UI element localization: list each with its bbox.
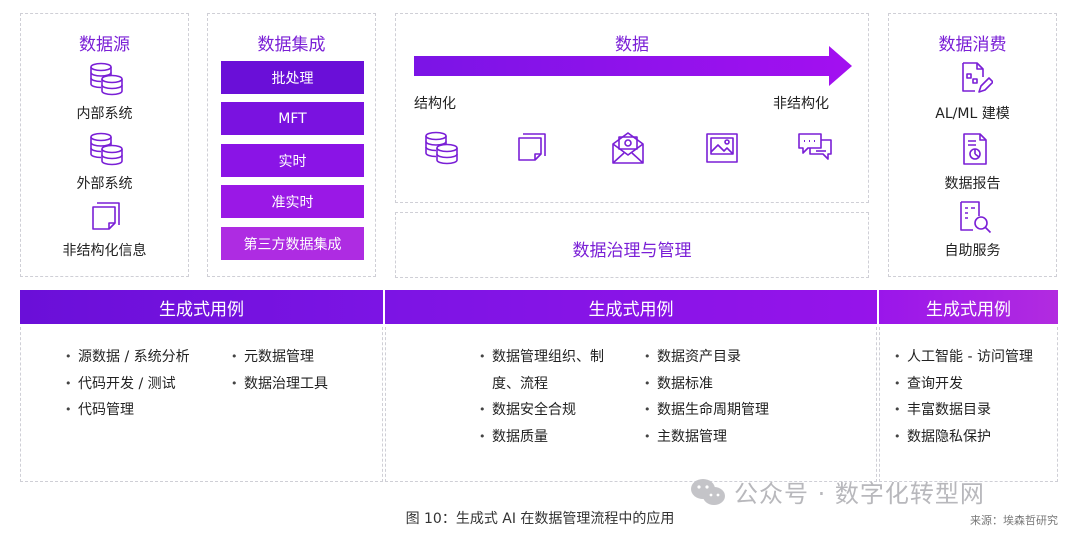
watermark: 公众号 · 数字化转型网 (690, 474, 985, 509)
wechat-icon (691, 478, 725, 505)
image-icon (704, 130, 740, 166)
integration-bar-mft: MFT (221, 102, 364, 135)
source-panel: 数据源 内部系统 外部系统 非结构化信息 (20, 13, 189, 277)
database-icon (423, 131, 459, 165)
chat-icon (796, 130, 834, 166)
email-icon (610, 130, 646, 166)
list-item: 丰富数据目录 (893, 397, 1033, 424)
source-item-external: 外部系统 (76, 176, 133, 192)
list-item: 查询开发 (893, 371, 1033, 398)
list-item: 人工智能 - 访问管理 (893, 344, 1033, 371)
usecase-band-right: 生成式用例 (879, 290, 1058, 324)
list-item: 数据资产目录 (643, 344, 769, 371)
integration-title: 数据集成 (257, 35, 326, 55)
usecase-list-middle-1: 数据管理组织、制 度、流程 数据安全合规 数据质量 (478, 344, 604, 450)
list-item: 度、流程 (492, 375, 548, 392)
usecase-list-left-2: 元数据管理 数据治理工具 (230, 344, 328, 397)
source-item-internal: 内部系统 (76, 106, 133, 122)
list-item: 数据生命周期管理 (643, 397, 769, 424)
documents-icon (514, 130, 550, 166)
source-title: 数据源 (79, 35, 130, 55)
usecase-list-right: 人工智能 - 访问管理 查询开发 丰富数据目录 数据隐私保护 (893, 344, 1033, 450)
database-icon (88, 62, 124, 96)
data-panel: 数据 结构化 非结构化 (395, 13, 869, 203)
database-icon (88, 132, 124, 166)
usecase-band-left: 生成式用例 (20, 290, 383, 324)
consumption-panel: 数据消费 AL/ML 建模 数据报告 自助服务 (888, 13, 1057, 277)
list-item: 代码管理 (64, 397, 190, 424)
list-item: 代码开发 / 测试 (64, 371, 190, 398)
source-item-unstructured: 非结构化信息 (62, 243, 147, 259)
consumption-item-report: 数据报告 (944, 176, 1001, 192)
list-item: 数据隐私保护 (893, 424, 1033, 451)
usecase-panel-middle (385, 327, 877, 482)
figure-caption: 图 10：生成式 AI 在数据管理流程中的应用 (405, 511, 675, 527)
structured-to-unstructured-arrow (414, 46, 852, 86)
usecase-list-middle-2: 数据资产目录 数据标准 数据生命周期管理 主数据管理 (643, 344, 769, 450)
list-item: 源数据 / 系统分析 (64, 344, 190, 371)
source-note: 来源：埃森哲研究 (970, 514, 1058, 527)
self-service-icon (957, 199, 993, 235)
usecase-list-left-1: 源数据 / 系统分析 代码开发 / 测试 代码管理 (64, 344, 190, 424)
integration-panel: 数据集成 批处理 MFT 实时 准实时 第三方数据集成 (207, 13, 376, 277)
governance-panel: 数据治理与管理 (395, 212, 869, 278)
usecase-band-middle: 生成式用例 (385, 290, 877, 324)
model-edit-icon (957, 60, 993, 96)
integration-bar-third-party: 第三方数据集成 (221, 227, 364, 260)
report-icon (957, 131, 993, 167)
list-item: 数据安全合规 (478, 397, 604, 424)
governance-label: 数据治理与管理 (572, 241, 692, 261)
documents-icon (88, 199, 124, 235)
list-item: 元数据管理 (230, 344, 328, 371)
consumption-title: 数据消费 (938, 35, 1007, 55)
integration-bar-realtime: 实时 (221, 144, 364, 177)
list-item: 数据质量 (478, 424, 604, 451)
list-item: 数据管理组织、制 (478, 344, 604, 371)
list-item: 数据标准 (643, 371, 769, 398)
integration-bar-batch: 批处理 (221, 61, 364, 94)
structured-label: 结构化 (414, 96, 456, 112)
consumption-item-self-service: 自助服务 (944, 243, 1001, 259)
list-item: 数据治理工具 (230, 371, 328, 398)
integration-bar-near-realtime: 准实时 (221, 185, 364, 218)
list-item: 主数据管理 (643, 424, 769, 451)
consumption-item-modeling: AL/ML 建模 (935, 106, 1010, 122)
watermark-text: 公众号 · 数字化转型网 (734, 480, 985, 508)
unstructured-label: 非结构化 (773, 96, 829, 112)
